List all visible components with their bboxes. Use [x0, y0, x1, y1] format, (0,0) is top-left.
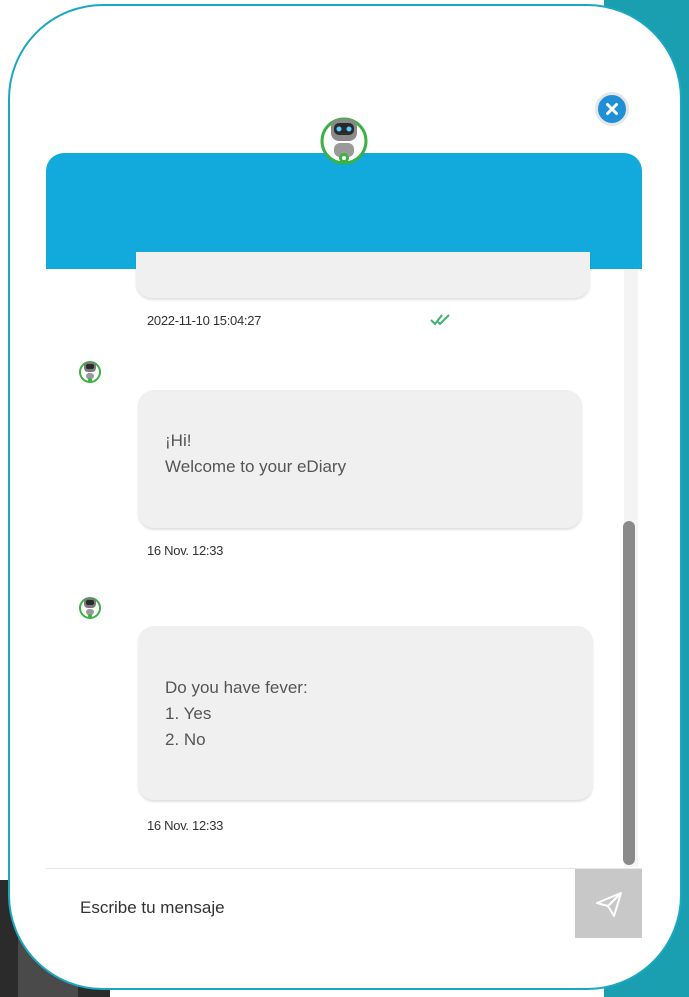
close-icon — [606, 103, 618, 115]
message-line: Do you have fever: — [165, 678, 308, 697]
bot-message-bubble: ¡Hi! Welcome to your eDiary — [138, 390, 582, 528]
message-timestamp: 2022-11-10 15:04:27 — [147, 313, 262, 328]
message-line: 1. Yes — [165, 704, 212, 723]
robot-avatar-icon — [79, 361, 101, 383]
bot-message-bubble: Do you have fever: 1. Yes 2. No — [138, 626, 593, 800]
send-button[interactable] — [575, 869, 642, 938]
previous-message-bubble — [136, 252, 590, 298]
robot-avatar-icon — [320, 117, 368, 165]
message-timestamp: 16 Nov. 12:33 — [147, 543, 224, 558]
message-line: Welcome to your eDiary — [165, 457, 347, 476]
scrollbar-thumb[interactable] — [623, 521, 635, 865]
message-line: 2. No — [165, 730, 206, 749]
message-input[interactable] — [78, 893, 562, 923]
message-timestamp: 16 Nov. 12:33 — [147, 818, 224, 833]
double-check-icon — [430, 314, 450, 326]
robot-avatar-icon — [79, 597, 101, 619]
send-icon — [595, 891, 622, 917]
close-button[interactable] — [595, 92, 629, 126]
message-line: ¡Hi! — [165, 431, 192, 450]
